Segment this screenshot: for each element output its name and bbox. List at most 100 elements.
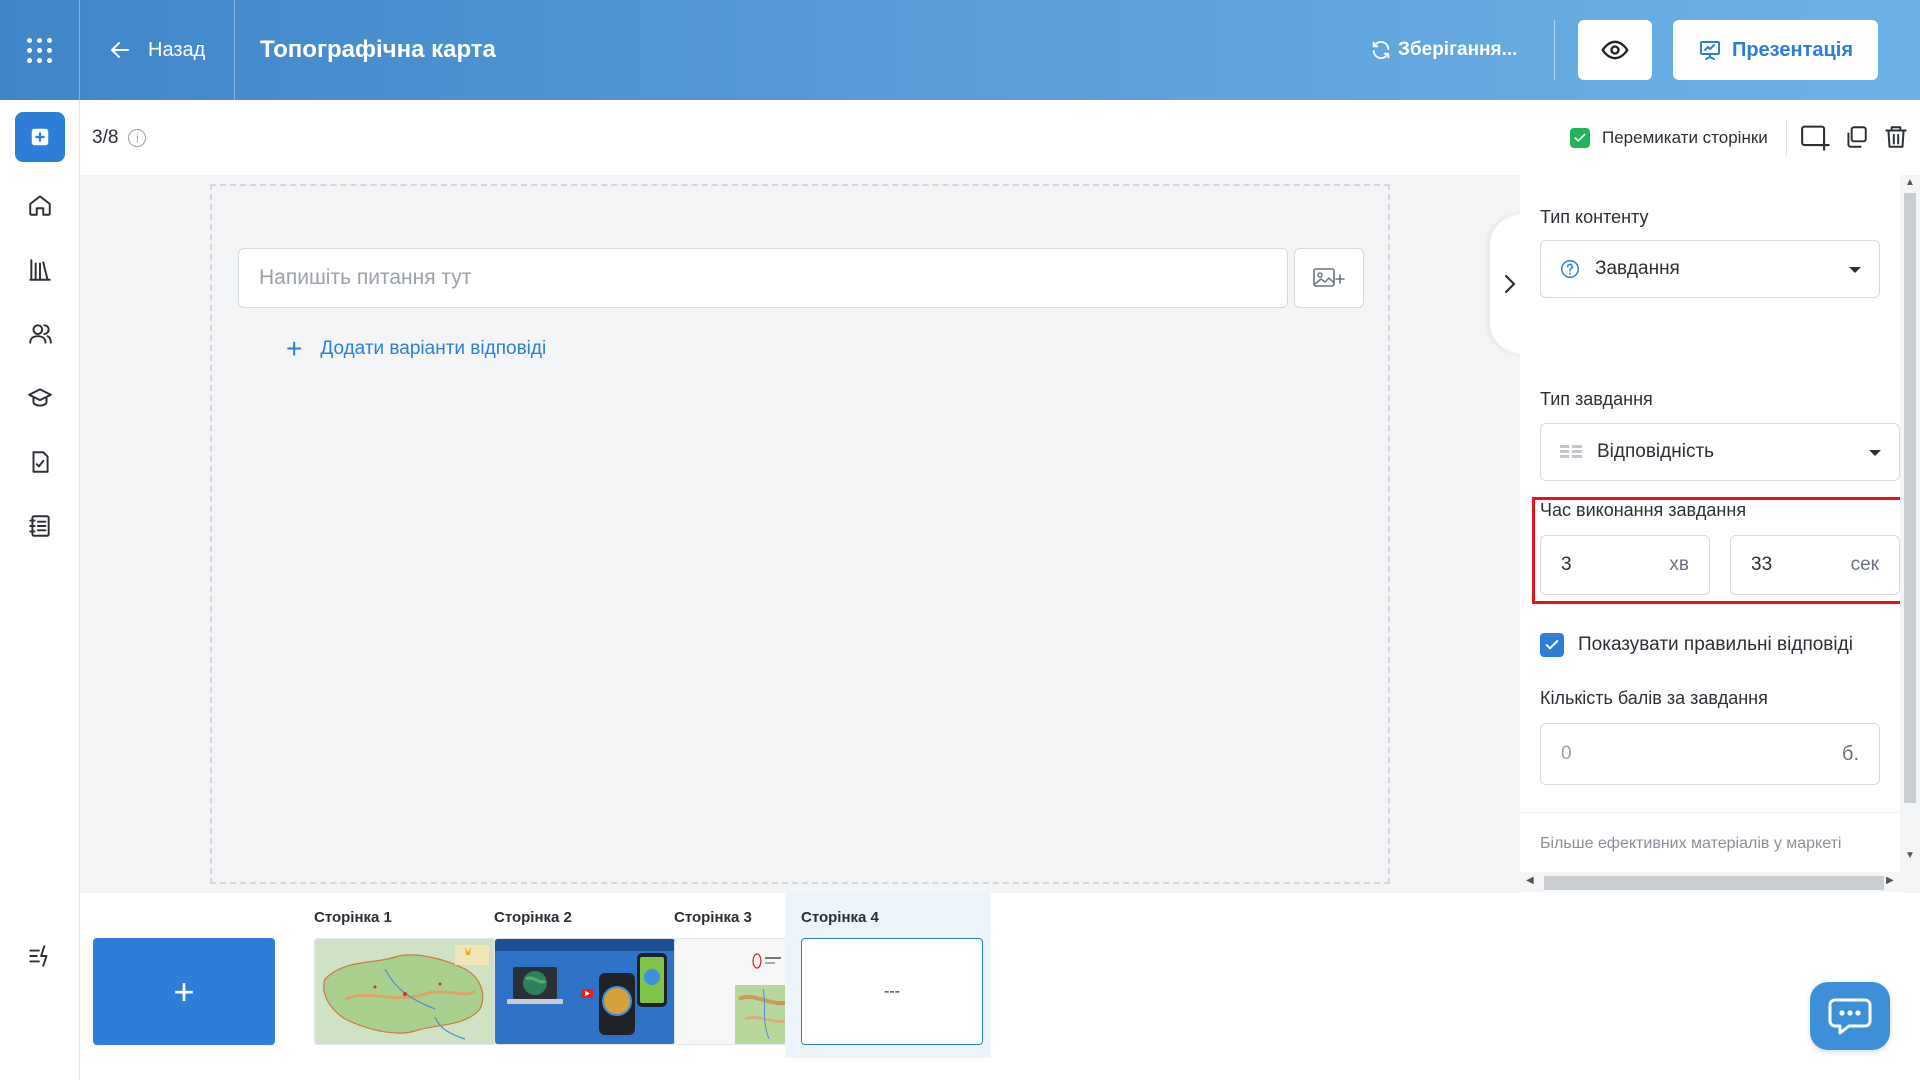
document-check-icon bbox=[32, 451, 49, 473]
dropdown-caret-icon bbox=[1849, 267, 1861, 273]
saving-status: Зберігання... bbox=[1370, 0, 1517, 100]
score-unit: б. bbox=[1841, 742, 1859, 765]
slide-canvas: + Додати варіанти відповіді bbox=[210, 184, 1390, 884]
header-divider bbox=[1554, 20, 1555, 80]
seconds-input[interactable] bbox=[1751, 554, 1831, 576]
scroll-left-arrow-icon[interactable]: ◀ bbox=[1526, 875, 1534, 886]
page-title: Топографічна карта bbox=[260, 36, 496, 63]
page-thumbnail-4[interactable]: Сторінка 4 --- bbox=[785, 893, 991, 1058]
presentation-icon bbox=[1699, 41, 1720, 60]
graduation-cap-icon bbox=[28, 388, 52, 407]
scroll-up-arrow-icon[interactable]: ▲ bbox=[1905, 177, 1915, 188]
sidebar-item-journal[interactable] bbox=[24, 510, 56, 542]
saving-label: Зберігання... bbox=[1398, 39, 1518, 60]
apps-menu-button[interactable] bbox=[0, 0, 80, 100]
sidebar-item-courses[interactable] bbox=[24, 382, 56, 414]
add-page-button[interactable]: + bbox=[93, 938, 275, 1045]
toolbar-divider bbox=[1786, 120, 1787, 156]
image-plus-icon bbox=[1313, 268, 1345, 287]
page-thumbnail-1[interactable]: Сторінка 1 bbox=[298, 893, 504, 1058]
dropdown-caret-icon bbox=[1869, 450, 1881, 456]
scroll-thumb[interactable] bbox=[1544, 876, 1884, 890]
scroll-down-arrow-icon[interactable]: ▼ bbox=[1905, 850, 1915, 861]
library-icon bbox=[29, 259, 51, 281]
task-type-label: Тип завдання bbox=[1540, 389, 1653, 409]
support-chat-button[interactable] bbox=[1810, 982, 1890, 1050]
presentation-label: Презентація bbox=[1731, 38, 1854, 61]
content-type-select[interactable]: Завдання bbox=[1540, 240, 1880, 298]
matching-icon bbox=[1559, 443, 1583, 461]
add-answers-label: Додати варіанти відповіді bbox=[320, 338, 547, 359]
map-thumbnail-image bbox=[314, 938, 496, 1045]
task-type-select[interactable]: Відповідність bbox=[1540, 423, 1900, 481]
sidebar-item-users[interactable] bbox=[24, 318, 56, 350]
score-input[interactable] bbox=[1561, 743, 1761, 765]
page-thumbnail-2[interactable]: Сторінка 2 bbox=[478, 893, 684, 1058]
info-icon[interactable]: i bbox=[128, 128, 147, 147]
content-type-label: Тип контенту bbox=[1540, 207, 1649, 227]
switch-pages-label: Перемикати сторінки bbox=[1602, 127, 1768, 147]
add-image-button[interactable] bbox=[1294, 248, 1364, 308]
scroll-thumb[interactable] bbox=[1904, 193, 1916, 803]
question-circle-icon bbox=[1559, 258, 1581, 280]
add-page-icon[interactable] bbox=[1800, 121, 1832, 153]
preview-button[interactable] bbox=[1578, 20, 1652, 80]
page-counter: 3/8 i bbox=[92, 100, 147, 175]
seconds-unit: сек bbox=[1850, 554, 1879, 575]
show-correct-label: Показувати правильні відповіді bbox=[1578, 634, 1853, 655]
apps-grid-icon bbox=[27, 37, 52, 63]
panel-divider bbox=[1520, 812, 1900, 813]
refresh-icon bbox=[1372, 41, 1390, 59]
presentation-button[interactable]: Презентація bbox=[1673, 20, 1878, 80]
video-thumbnail-image bbox=[494, 938, 676, 1045]
content-type-value: Завдання bbox=[1595, 258, 1680, 279]
page-thumbnail-label: Сторінка 3 bbox=[674, 909, 752, 926]
panel-horizontal-scrollbar[interactable]: ◀ ▶ bbox=[1520, 872, 1900, 892]
market-link[interactable]: Більше ефективних матеріалів у маркеті bbox=[1540, 835, 1841, 853]
show-correct-checkbox[interactable]: Показувати правильні відповіді bbox=[1540, 630, 1853, 660]
time-label: Час виконання завдання bbox=[1540, 500, 1747, 520]
back-button[interactable]: Назад bbox=[80, 0, 235, 100]
page-thumbnail-label: Сторінка 2 bbox=[494, 909, 572, 926]
score-label: Кількість балів за завдання bbox=[1540, 688, 1768, 708]
checkbox-checked-icon bbox=[1570, 127, 1590, 148]
plus-square-icon bbox=[31, 128, 49, 146]
home-icon bbox=[29, 195, 51, 216]
switch-pages-checkbox[interactable]: Перемикати сторінки bbox=[1570, 100, 1768, 175]
sidebar-item-library[interactable] bbox=[24, 254, 56, 286]
sidebar-item-quick-actions[interactable] bbox=[24, 940, 56, 972]
checkbox-checked-icon bbox=[1540, 633, 1564, 657]
chat-icon bbox=[1828, 998, 1872, 1035]
score-field[interactable]: б. bbox=[1540, 723, 1880, 785]
sidebar-item-assignments[interactable] bbox=[24, 446, 56, 478]
back-label: Назад bbox=[148, 38, 206, 61]
plus-icon: + bbox=[286, 333, 303, 364]
minutes-field[interactable]: хв bbox=[1540, 535, 1710, 595]
page-thumbnail-label: Сторінка 1 bbox=[314, 909, 392, 926]
settings-panel: Тип контенту Завдання Тип завдання Відпо… bbox=[1520, 175, 1900, 893]
chevron-right-icon bbox=[1504, 274, 1516, 294]
page-thumbnail-label: Сторінка 4 bbox=[801, 909, 879, 926]
journal-icon bbox=[29, 515, 50, 537]
scroll-right-arrow-icon[interactable]: ▶ bbox=[1886, 875, 1894, 886]
lightning-list-icon bbox=[29, 945, 48, 967]
left-sidebar bbox=[0, 100, 80, 1080]
top-bar: Назад Топографічна карта Зберігання... П… bbox=[0, 0, 1920, 100]
page-thumbnail-content: --- bbox=[801, 938, 983, 1045]
minutes-unit: хв bbox=[1669, 554, 1689, 575]
eye-icon bbox=[1601, 40, 1629, 60]
arrow-left-icon bbox=[111, 42, 129, 58]
page-toolbar: 3/8 i Перемикати сторінки bbox=[80, 100, 1920, 175]
page-counter-value: 3/8 bbox=[92, 126, 119, 148]
task-type-value: Відповідність bbox=[1597, 441, 1715, 462]
panel-vertical-scrollbar[interactable]: ▲ ▼ bbox=[1900, 175, 1920, 865]
users-icon bbox=[29, 324, 52, 344]
seconds-field[interactable]: сек bbox=[1730, 535, 1900, 595]
add-answers-button[interactable]: + Додати варіанти відповіді bbox=[286, 333, 547, 364]
minutes-input[interactable] bbox=[1561, 554, 1641, 576]
trash-icon[interactable] bbox=[1880, 121, 1912, 153]
create-button[interactable] bbox=[15, 112, 65, 162]
question-input[interactable] bbox=[238, 248, 1288, 308]
duplicate-icon[interactable] bbox=[1840, 121, 1872, 153]
sidebar-item-home[interactable] bbox=[24, 189, 56, 221]
